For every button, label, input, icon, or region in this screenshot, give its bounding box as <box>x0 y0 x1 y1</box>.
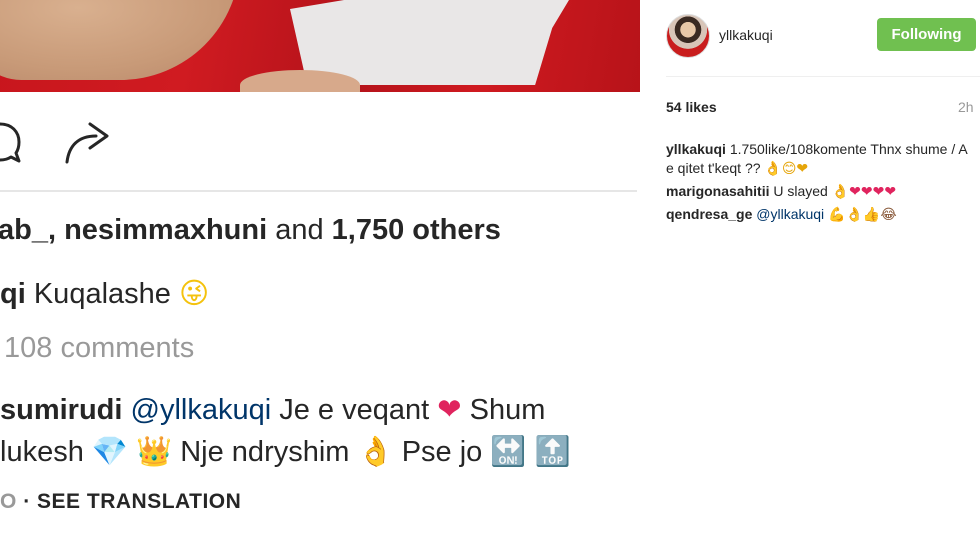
profile-username[interactable]: yllkakuqi <box>719 27 773 43</box>
comment-mention[interactable]: @yllkakuqi <box>756 206 824 222</box>
photo-hand-area <box>240 70 360 92</box>
comment-text-2c: Pse jo <box>401 436 483 468</box>
comment-line-2: lukesh 💎 👑 Nje ndryshim 👌 Pse jo 🔛 🔝 <box>0 434 571 469</box>
comment-username[interactable]: yllkakuqi <box>666 141 726 157</box>
top-arrow-emoji-icon: 🔝 <box>534 434 571 468</box>
list-item: qendresa_ge @yllkakuqi 💪👌👍😂 <box>666 205 971 225</box>
comment-user[interactable]: sumirudi <box>0 394 122 426</box>
heart-emoji-icon: ❤ <box>437 392 462 426</box>
likers-line: ab_, nesimmaxhuni and 1,750 others <box>0 214 501 247</box>
post-screenshot: ab_, nesimmaxhuni and 1,750 others qi Ku… <box>0 0 640 539</box>
avatar[interactable] <box>666 14 710 58</box>
comment-text-1: Je e veqant <box>279 394 430 426</box>
comment-text-1b: Shum <box>469 394 546 426</box>
list-item: yllkakuqi 1.750like/108komente Thnx shum… <box>666 140 971 179</box>
liker-named[interactable]: nesimmaxhuni <box>64 214 267 246</box>
liker-partial[interactable]: ab_, <box>0 214 56 246</box>
comments-list: yllkakuqi 1.750like/108komente Thnx shum… <box>666 140 971 228</box>
likers-and: and <box>275 214 324 246</box>
list-item: marigonasahitii U slayed 👌❤❤❤❤ <box>666 182 971 202</box>
share-icon[interactable] <box>64 118 112 171</box>
post-photo <box>0 0 640 92</box>
post-divider <box>0 190 637 192</box>
see-translation-row: O · SEE TRANSLATION <box>0 490 241 514</box>
translation-prefix: O <box>0 490 17 513</box>
comment-username[interactable]: marigonasahitii <box>666 183 769 199</box>
view-comments-link[interactable]: 108 comments <box>4 332 194 365</box>
comment-line-1: sumirudi @yllkakuqi Je e veqant ❤ Shum <box>0 392 545 427</box>
comment-emoji-icon: 👌❤❤❤❤ <box>831 184 897 200</box>
crown-emoji-icon: 👑 <box>136 434 173 468</box>
see-translation-link[interactable]: · SEE TRANSLATION <box>23 490 241 513</box>
winking-tongue-emoji-icon: 😜 <box>178 276 210 310</box>
post-caption: qi Kuqalashe 😜 <box>0 276 209 311</box>
post-sidebar: yllkakuqi Following 54 likes 2h yllkakuq… <box>640 0 980 539</box>
header-divider <box>666 76 980 77</box>
caption-text: Kuqalashe <box>33 278 171 310</box>
comment-emoji-icon: 💪👌👍😂 <box>828 207 897 223</box>
ok-hand-emoji-icon: 👌 <box>357 434 394 468</box>
gem-emoji-icon: 💎 <box>91 434 128 468</box>
likes-count[interactable]: 54 likes <box>666 99 717 115</box>
on-arrow-emoji-icon: 🔛 <box>490 434 527 468</box>
comment-mention[interactable]: @yllkakuqi <box>131 394 272 426</box>
comment-emoji-icon: 👌😊❤ <box>764 161 809 177</box>
comment-text-2a: lukesh <box>0 436 84 468</box>
photo-skin-area <box>0 0 240 80</box>
time-ago[interactable]: 2h <box>958 99 974 115</box>
comment-text-2b: Nje ndryshim <box>180 436 350 468</box>
comment-text: U slayed <box>773 183 828 199</box>
comment-username[interactable]: qendresa_ge <box>666 206 752 222</box>
following-button[interactable]: Following <box>877 18 976 51</box>
likers-others[interactable]: 1,750 others <box>332 214 501 246</box>
caption-user[interactable]: qi <box>0 278 26 310</box>
comment-icon[interactable] <box>0 120 22 171</box>
